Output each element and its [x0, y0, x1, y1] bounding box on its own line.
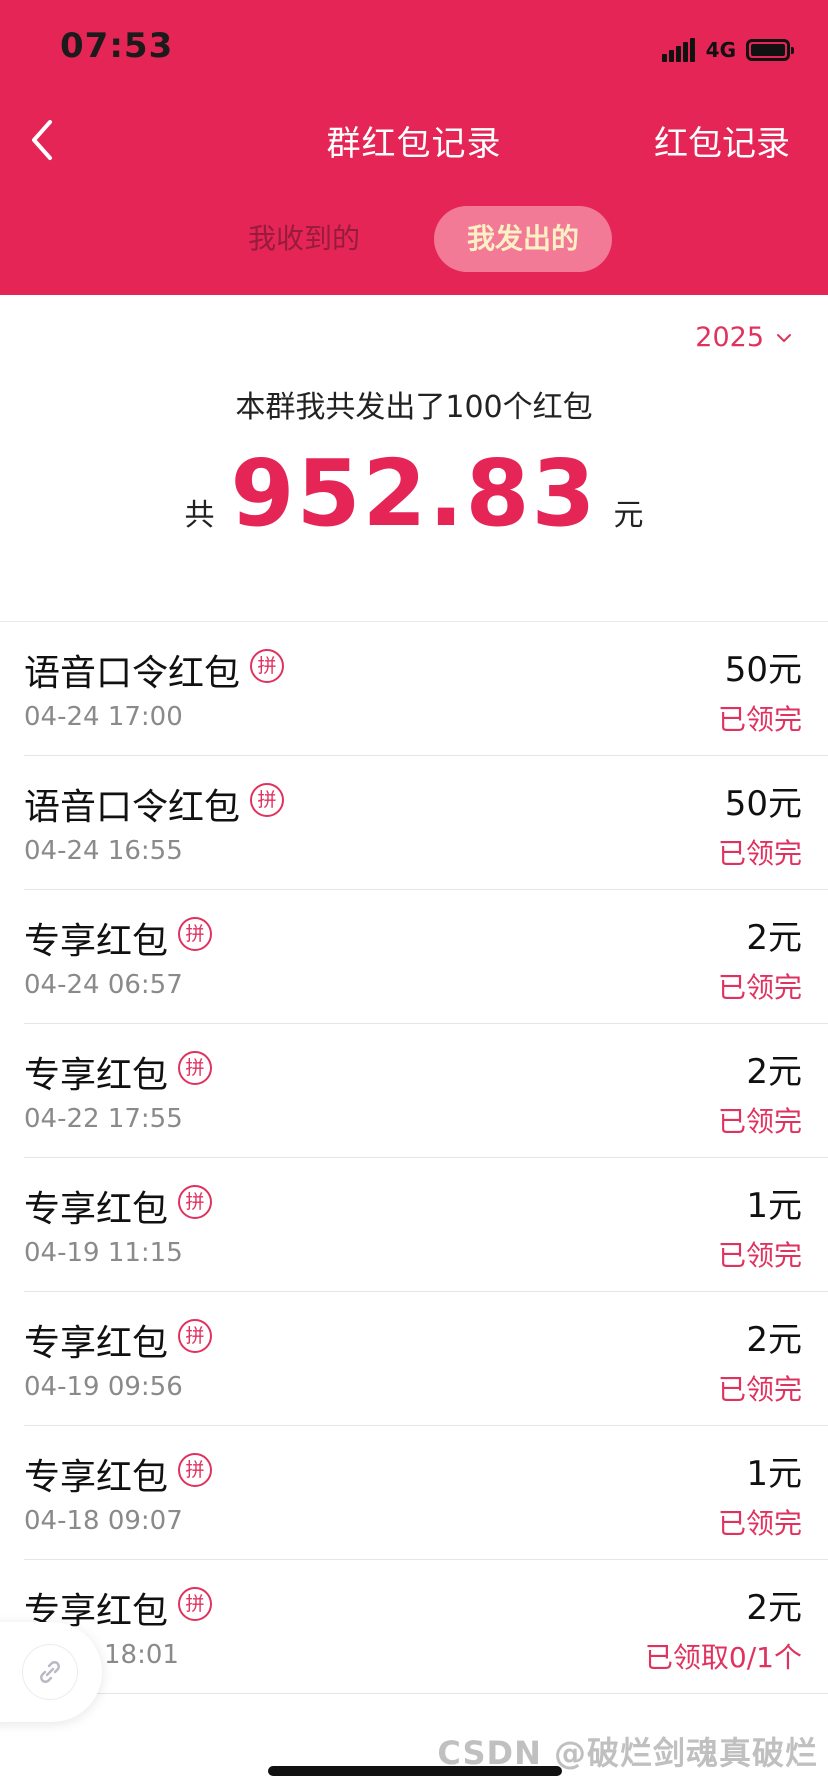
floating-link-button[interactable]: [0, 1622, 102, 1722]
list-item[interactable]: 专享红包 拼 04-22 17:55 2元 已领完: [0, 1024, 828, 1158]
list-item[interactable]: 专享红包 拼 04-24 06:57 2元 已领完: [0, 890, 828, 1024]
year-value: 2025: [695, 322, 764, 353]
record-time: 04-24 16:55: [24, 836, 183, 866]
record-time: 18:01: [104, 1640, 179, 1670]
group-badge-icon: 拼: [178, 1051, 213, 1085]
record-name: 专享红包: [24, 1189, 169, 1230]
tab-received[interactable]: 我收到的: [218, 206, 390, 272]
record-time: 04-19 09:56: [24, 1372, 183, 1402]
record-time: 04-19 11:15: [24, 1238, 183, 1268]
group-badge-icon: 拼: [178, 1587, 213, 1621]
record-title: 专享红包 拼: [24, 1180, 213, 1232]
tab-bar: 我收到的 我发出的: [0, 206, 828, 272]
red-packet-records-link[interactable]: 红包记录: [654, 116, 790, 165]
record-list: 语音口令红包 拼 04-24 17:00 50元 已领完 语音口令红包 拼 04…: [0, 622, 828, 1694]
record-status: 已领完: [717, 1239, 802, 1272]
record-title: 专享红包 拼: [24, 1046, 213, 1098]
record-status: 已领完: [717, 1373, 802, 1406]
record-title: 语音口令红包 拼: [24, 778, 285, 830]
status-indicators: 4G: [661, 36, 794, 64]
total-amount-row: 共 952.83 元: [0, 440, 828, 547]
record-status: 已领完: [717, 1105, 802, 1138]
record-amount: 1元: [746, 1186, 802, 1226]
record-status: 已领完: [717, 971, 802, 1004]
record-title: 专享红包 拼: [24, 1448, 213, 1500]
record-time: 04-18 09:07: [24, 1506, 183, 1536]
record-amount: 2元: [746, 918, 802, 958]
total-amount: 952.83: [230, 440, 598, 547]
record-time: 04-24 17:00: [24, 702, 183, 732]
record-amount: 2元: [746, 1052, 802, 1092]
record-name: 专享红包: [24, 1055, 169, 1096]
group-badge-icon: 拼: [250, 649, 285, 683]
record-status: 已领完: [717, 703, 802, 736]
record-name: 语音口令红包: [24, 787, 241, 828]
year-dropdown[interactable]: 2025: [695, 322, 792, 353]
record-status: 已领完: [717, 837, 802, 870]
page: 07:53 4G 群红包记录 红包记录 我收到的 我发出的 2025 本群我共发…: [0, 0, 828, 1792]
summary-description: 本群我共发出了100个红包: [235, 390, 593, 425]
divider: [24, 1693, 828, 1694]
record-name: 专享红包: [24, 921, 169, 962]
record-amount: 2元: [746, 1588, 802, 1628]
record-name: 语音口令红包: [24, 653, 241, 694]
record-time: 04-24 06:57: [24, 970, 183, 1000]
total-unit: 元: [613, 498, 644, 533]
record-amount: 50元: [724, 784, 802, 824]
list-item[interactable]: 专享红包 拼 04-19 11:15 1元 已领完: [0, 1158, 828, 1292]
record-title: 语音口令红包 拼: [24, 644, 285, 696]
record-amount: 50元: [724, 650, 802, 690]
header: 07:53 4G 群红包记录 红包记录 我收到的 我发出的: [0, 0, 828, 295]
network-label: 4G: [705, 38, 736, 62]
record-title: 专享红包 拼: [24, 912, 213, 964]
home-indicator[interactable]: [268, 1766, 562, 1776]
group-badge-icon: 拼: [178, 1185, 213, 1219]
link-button-circle: [22, 1644, 78, 1700]
list-item[interactable]: 专享红包 拼 18:01 2元 已领取0/1个: [0, 1560, 828, 1694]
signal-icon: [661, 38, 696, 62]
record-name: 专享红包: [24, 1323, 169, 1364]
tab-sent[interactable]: 我发出的: [434, 206, 612, 272]
record-time: 04-22 17:55: [24, 1104, 183, 1134]
record-amount: 1元: [746, 1454, 802, 1494]
chevron-down-icon: [777, 333, 791, 342]
record-amount: 2元: [746, 1320, 802, 1360]
record-status: 已领完: [717, 1507, 802, 1540]
link-icon: [40, 1661, 60, 1683]
list-item[interactable]: 语音口令红包 拼 04-24 16:55 50元 已领完: [0, 756, 828, 890]
battery-icon: [746, 39, 794, 61]
group-badge-icon: 拼: [178, 917, 213, 951]
record-title: 专享红包 拼: [24, 1314, 213, 1366]
group-badge-icon: 拼: [178, 1453, 213, 1487]
record-name: 专享红包: [24, 1457, 169, 1498]
total-prefix: 共: [184, 498, 215, 533]
list-item[interactable]: 语音口令红包 拼 04-24 17:00 50元 已领完: [0, 622, 828, 756]
list-item[interactable]: 专享红包 拼 04-19 09:56 2元 已领完: [0, 1292, 828, 1426]
list-item[interactable]: 专享红包 拼 04-18 09:07 1元 已领完: [0, 1426, 828, 1560]
group-badge-icon: 拼: [250, 783, 285, 817]
status-time: 07:53: [60, 26, 174, 66]
group-badge-icon: 拼: [178, 1319, 213, 1353]
record-status: 已领取0/1个: [644, 1641, 802, 1674]
